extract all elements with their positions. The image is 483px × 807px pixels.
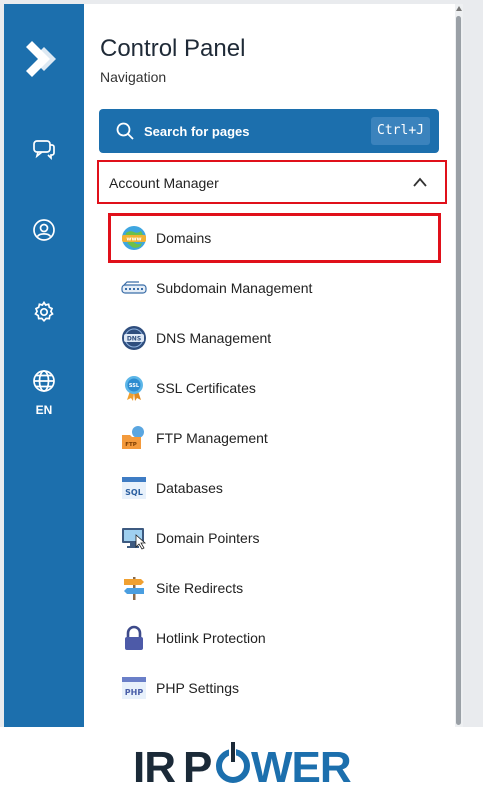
- user-account-icon[interactable]: [32, 218, 56, 242]
- lock-icon: [125, 625, 143, 650]
- icon-rail: EN: [4, 4, 84, 727]
- menu-item-ssl-certificates[interactable]: SSL SSL Certificates: [108, 363, 441, 413]
- svg-text:WER: WER: [251, 743, 351, 788]
- menu-item-dns-management[interactable]: DNS DNS Management: [108, 313, 441, 363]
- svg-text:PHP: PHP: [125, 688, 144, 697]
- menu-item-domains[interactable]: www Domains: [108, 213, 441, 263]
- svg-text:SQL: SQL: [125, 488, 143, 497]
- menu-item-label: Domain Pointers: [156, 530, 260, 546]
- menu-item-label: Hotlink Protection: [156, 630, 266, 646]
- language-globe-icon[interactable]: [32, 369, 56, 393]
- ssl-badge-icon: SSL: [125, 376, 143, 401]
- menu-item-label: Site Redirects: [156, 580, 244, 596]
- menu-item-domain-pointers[interactable]: Domain Pointers: [108, 513, 441, 563]
- keyboard-shortcut-badge: Ctrl+J: [371, 117, 430, 145]
- dns-globe-icon: DNS: [122, 326, 146, 350]
- panel-subtitle: Navigation: [100, 69, 167, 85]
- menu-item-ftp-management[interactable]: FTP FTP Management: [108, 413, 441, 463]
- menu-item-label: Subdomain Management: [156, 280, 313, 296]
- menu-item-label: DNS Management: [156, 330, 272, 346]
- menu-item-databases[interactable]: SQL Databases: [108, 463, 441, 513]
- search-pages-button[interactable]: Search for pages Ctrl+J: [99, 109, 439, 153]
- svg-text:P: P: [183, 743, 212, 788]
- panel-title: Control Panel: [100, 35, 246, 62]
- scroll-up-arrow-icon[interactable]: [456, 6, 462, 11]
- svg-text:www: www: [126, 237, 141, 243]
- menu-item-php-settings[interactable]: PHP PHP Settings: [108, 663, 441, 713]
- chat-icon[interactable]: [32, 137, 56, 161]
- sql-window-icon: SQL: [122, 477, 146, 499]
- search-label: Search for pages: [144, 124, 250, 139]
- app-logo-icon[interactable]: [24, 37, 64, 81]
- panel-scrollbar[interactable]: [455, 4, 463, 727]
- account-manager-section-header[interactable]: Account Manager: [97, 160, 447, 204]
- scrollbar-thumb[interactable]: [456, 16, 461, 725]
- svg-text:DNS: DNS: [127, 335, 141, 342]
- php-window-icon: PHP: [122, 677, 146, 699]
- svg-text:FTP: FTP: [125, 442, 137, 448]
- monitor-pointer-icon: [122, 528, 147, 550]
- ftp-folder-icon: FTP: [122, 426, 144, 449]
- menu-item-hotlink-protection[interactable]: Hotlink Protection: [108, 613, 441, 663]
- menu-item-label: PHP Settings: [156, 680, 240, 696]
- svg-text:SSL: SSL: [129, 383, 140, 389]
- menu-item-label: Databases: [156, 480, 223, 496]
- chevron-up-icon: [413, 177, 427, 187]
- menu-item-subdomain-management[interactable]: Subdomain Management: [108, 263, 441, 313]
- section-label: Account Manager: [109, 175, 219, 191]
- signpost-icon: [124, 577, 144, 600]
- subdomain-icon: [121, 281, 147, 294]
- menu-item-label: Domains: [156, 230, 212, 246]
- language-label[interactable]: EN: [4, 403, 84, 417]
- menu-item-label: SSL Certificates: [156, 380, 256, 396]
- menu-item-label: FTP Management: [156, 430, 268, 446]
- www-globe-icon: www: [122, 226, 146, 250]
- svg-text:IR: IR: [133, 743, 175, 788]
- menu-item-site-redirects[interactable]: Site Redirects: [108, 563, 441, 613]
- search-icon: [116, 122, 134, 140]
- settings-gear-icon[interactable]: [32, 300, 56, 324]
- irpower-brand-logo: IR P WER: [133, 740, 352, 788]
